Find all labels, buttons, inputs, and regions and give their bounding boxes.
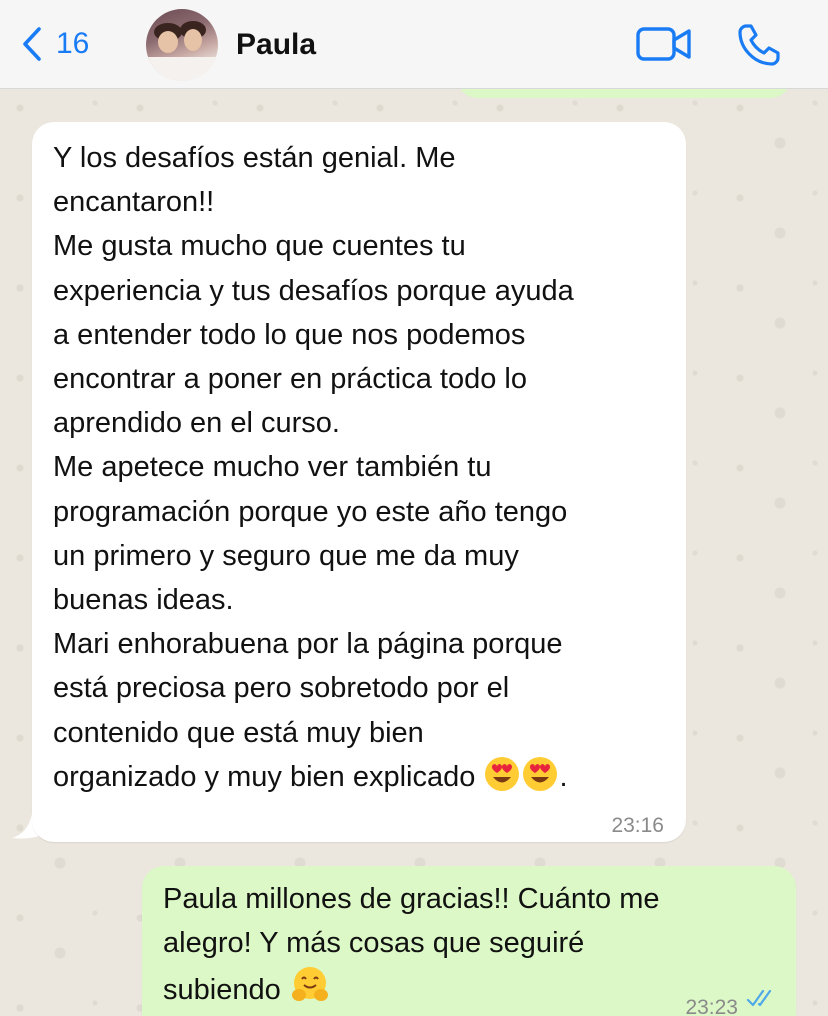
message-line-last: organizado y muy bien explicado . — [53, 755, 666, 799]
message-line: a entender todo lo que nos podemos — [53, 318, 526, 351]
avatar[interactable] — [146, 9, 218, 81]
message-line: Mari enhorabuena por la página porque — [53, 628, 563, 661]
message-line: un primero y seguro que me da muy — [53, 539, 519, 572]
incoming-message-bubble[interactable]: Y los desafíos están genial. Me encantar… — [32, 122, 686, 842]
message-line: contenido que está muy bien — [53, 716, 424, 749]
message-line: Paula millones de gracias!! Cuánto me — [163, 883, 660, 915]
message-line-last: subiendo — [163, 965, 776, 1012]
message-line-text: subiendo — [163, 974, 281, 1007]
message-timestamp: 23:23 — [685, 996, 738, 1016]
back-button[interactable]: 16 — [22, 22, 89, 66]
trailing-punctuation: . — [559, 760, 568, 793]
message-line: está preciosa pero sobretodo por el — [53, 672, 510, 705]
message-line: encantaron!! — [53, 186, 215, 219]
unread-count: 16 — [56, 27, 90, 60]
message-line: buenas ideas. — [53, 584, 234, 617]
chat-header: 16 Paula — [0, 0, 828, 89]
message-line: Me apetece mucho ver también tu — [53, 451, 492, 484]
message-line: aprendido en el curso. — [53, 407, 340, 440]
double-check-read-icon — [746, 989, 772, 1007]
voice-call-button[interactable] — [736, 22, 782, 68]
heart-eyes-emoji — [523, 756, 558, 791]
phone-icon — [738, 24, 780, 66]
message-timestamp: 23:16 — [611, 814, 664, 837]
contact-name[interactable]: Paula — [236, 28, 316, 62]
chevron-left-icon — [23, 27, 41, 61]
hugging-face-emoji — [291, 967, 328, 1002]
message-line: programación porque yo este año tengo — [53, 495, 568, 528]
message-line-text: organizado y muy bien explicado — [53, 760, 476, 793]
message-line: encontrar a poner en práctica todo lo — [53, 363, 527, 396]
outgoing-message-bubble[interactable]: Paula millones de gracias!! Cuánto me al… — [142, 866, 796, 1016]
video-call-icon — [636, 27, 691, 61]
heart-eyes-emoji — [485, 756, 520, 791]
message-line: Y los desafíos están genial. Me — [53, 142, 456, 174]
message-line: alegro! Y más cosas que seguiré — [163, 927, 585, 960]
message-line: Me gusta mucho que cuentes tu — [53, 230, 466, 263]
video-call-button[interactable] — [636, 26, 692, 62]
message-line: experiencia y tus desafíos porque ayuda — [53, 274, 574, 307]
